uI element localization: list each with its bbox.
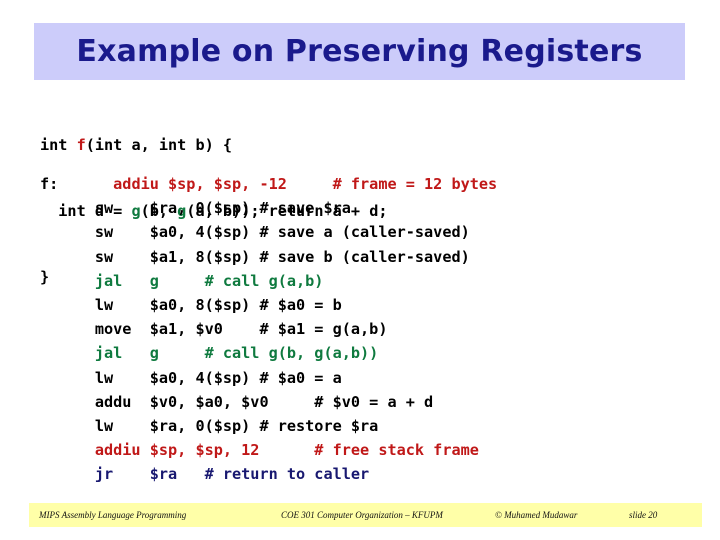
assembly-label: f: bbox=[40, 175, 59, 193]
c-token-function-f: f bbox=[76, 136, 86, 154]
assembly-instruction: addiu $sp, $sp, 12 # free stack frame bbox=[40, 441, 479, 460]
assembly-code-line: jal g # call g(a,b) bbox=[40, 269, 497, 293]
assembly-code-line: sw $a1, 8($sp) # save b (caller-saved) bbox=[40, 245, 497, 269]
assembly-code-line: lw $ra, 0($sp) # restore $ra bbox=[40, 414, 497, 438]
assembly-instruction: lw $a0, 4($sp) # $a0 = a bbox=[40, 368, 342, 387]
assembly-instruction: addiu $sp, $sp, -12 # frame = 12 bytes bbox=[58, 175, 498, 193]
assembly-code-line: jr $ra # return to caller bbox=[40, 462, 497, 486]
assembly-instruction: sw $a1, 8($sp) # save b (caller-saved) bbox=[40, 247, 470, 266]
assembly-code-line: move $a1, $v0 # $a1 = g(a,b) bbox=[40, 317, 497, 341]
assembly-instruction: jal g # call g(b, g(a,b)) bbox=[40, 344, 379, 363]
assembly-instruction: sw $a0, 4($sp) # save a (caller-saved) bbox=[40, 223, 470, 242]
assembly-code-line: addiu $sp, $sp, 12 # free stack frame bbox=[40, 438, 497, 462]
footer-copyright: © Muhamed Mudawar bbox=[495, 510, 578, 520]
assembly-code-line: addu $v0, $a0, $v0 # $v0 = a + d bbox=[40, 390, 497, 414]
assembly-code-line: sw $ra, 0($sp) # save $ra bbox=[40, 196, 497, 220]
assembly-instruction: jal g # call g(a,b) bbox=[40, 271, 324, 290]
assembly-code-line: f: addiu $sp, $sp, -12 # frame = 12 byte… bbox=[40, 172, 497, 196]
slide-footer: MIPS Assembly Language Programming COE 3… bbox=[29, 503, 702, 527]
c-token-int: int bbox=[40, 136, 77, 154]
assembly-instruction: sw $ra, 0($sp) # save $ra bbox=[40, 199, 351, 218]
assembly-instruction: lw $a0, 8($sp) # $a0 = b bbox=[40, 296, 342, 315]
c-token-params: (int a, int b) { bbox=[85, 136, 233, 154]
assembly-instruction: jr $ra # return to caller bbox=[40, 465, 370, 484]
footer-slide-number: slide 20 bbox=[629, 510, 658, 520]
assembly-instruction: lw $ra, 0($sp) # restore $ra bbox=[40, 417, 379, 436]
slide-title-bar: Example on Preserving Registers bbox=[34, 23, 685, 80]
assembly-instruction: addu $v0, $a0, $v0 # $v0 = a + d bbox=[40, 392, 434, 411]
assembly-code-line: sw $a0, 4($sp) # save a (caller-saved) bbox=[40, 220, 497, 244]
page-title: Example on Preserving Registers bbox=[76, 34, 643, 69]
c-code-line-1: int f(int a, int b) { bbox=[40, 134, 388, 156]
assembly-code-line: lw $a0, 4($sp) # $a0 = a bbox=[40, 366, 497, 390]
assembly-code-line: jal g # call g(b, g(a,b)) bbox=[40, 341, 497, 365]
assembly-code-block: f: addiu $sp, $sp, -12 # frame = 12 byte… bbox=[40, 172, 497, 487]
footer-course-code: COE 301 Computer Organization – KFUPM bbox=[281, 510, 443, 520]
assembly-code-line: lw $a0, 8($sp) # $a0 = b bbox=[40, 293, 497, 317]
assembly-instruction: move $a1, $v0 # $a1 = g(a,b) bbox=[40, 320, 388, 339]
footer-course-title: MIPS Assembly Language Programming bbox=[39, 510, 187, 520]
